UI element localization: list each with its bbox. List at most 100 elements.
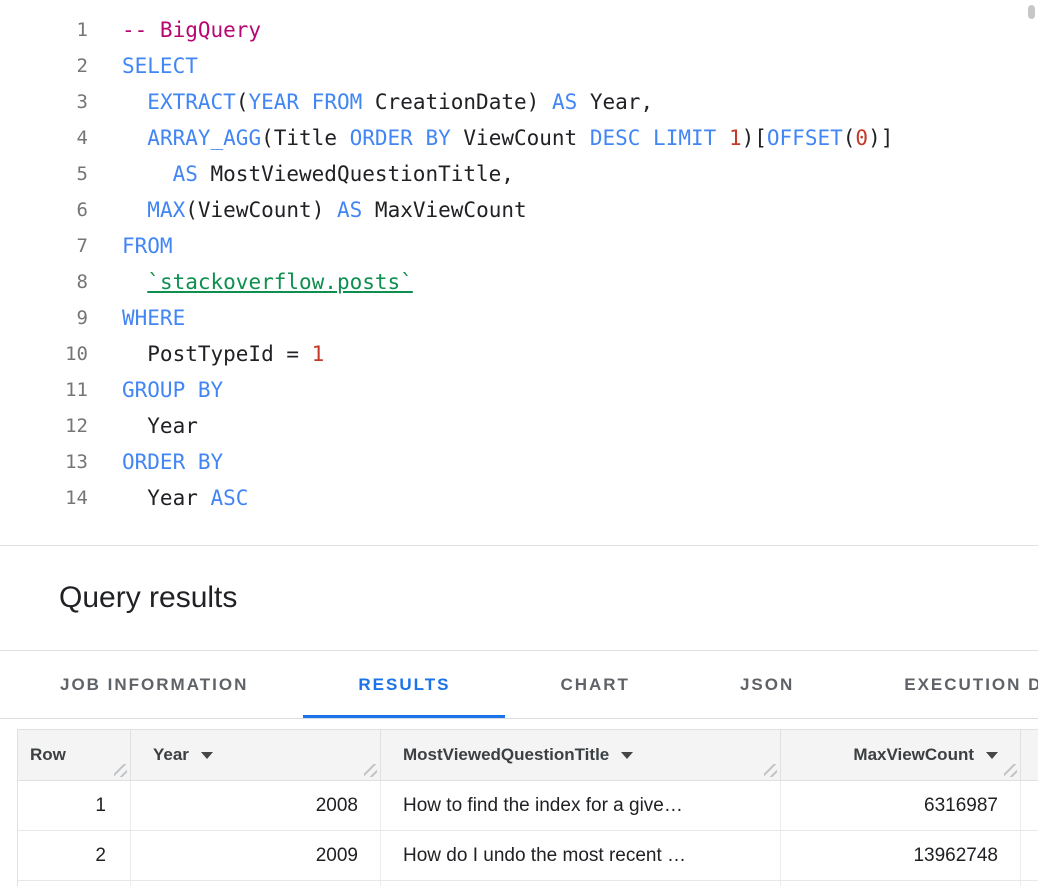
code-line[interactable]: 4 ARRAY_AGG(Title ORDER BY ViewCount DES…: [0, 120, 1038, 156]
token-plain: [122, 270, 147, 294]
column-resize-handle-icon[interactable]: [764, 764, 777, 777]
token-plain: [122, 126, 147, 150]
code-line[interactable]: 9 WHERE: [0, 300, 1038, 336]
cell-text: 6316987: [924, 795, 998, 817]
token-kw: ORDER BY: [122, 450, 223, 474]
results-tabbar: JOB INFORMATIONRESULTSCHARTJSONEXECUTION…: [0, 651, 1038, 719]
table-row-partial: [18, 881, 1038, 886]
column-label: MostViewedQuestionTitle: [403, 745, 609, 765]
sql-editor[interactable]: 1-- BigQuery2 SELECT3 EXTRACT(YEAR FROM C…: [0, 0, 1038, 546]
token-kw: FROM: [122, 234, 173, 258]
line-number: 6: [0, 192, 88, 228]
sort-dropdown-icon[interactable]: [201, 752, 213, 759]
line-number: 8: [0, 264, 88, 300]
cell-title: [381, 881, 781, 886]
sort-dropdown-icon[interactable]: [986, 752, 998, 759]
code-line[interactable]: 7 FROM: [0, 228, 1038, 264]
cell-row: [18, 881, 131, 886]
token-kw: AS: [337, 198, 362, 222]
column-resize-handle-icon[interactable]: [114, 764, 127, 777]
code-text: SELECT: [122, 48, 198, 84]
token-plain: [122, 162, 173, 186]
token-plain: ): [312, 198, 337, 222]
token-kw: AS: [552, 90, 577, 114]
tab-chart[interactable]: CHART: [505, 651, 685, 718]
token-plain: Year: [122, 486, 211, 510]
code-text: MAX(ViewCount) AS MaxViewCount: [122, 192, 527, 228]
cell-max: [781, 881, 1021, 886]
column-resize-handle-icon[interactable]: [364, 764, 377, 777]
token-plain: ): [527, 90, 552, 114]
cell-year: [131, 881, 381, 886]
cell-title[interactable]: How to find the index for a give…: [381, 781, 781, 830]
token-kw: AS: [173, 162, 198, 186]
cell-text: 2009: [316, 845, 358, 867]
cell-year[interactable]: 2009: [131, 831, 381, 880]
code-line[interactable]: 1-- BigQuery: [0, 12, 1038, 48]
column-header-max[interactable]: MaxViewCount: [781, 730, 1021, 780]
code-line[interactable]: 8 `stackoverflow.posts`: [0, 264, 1038, 300]
code-text: PostTypeId = 1: [122, 336, 324, 372]
token-plain: Year,: [577, 90, 653, 114]
cell-year[interactable]: 2008: [131, 781, 381, 830]
token-plain: MaxViewCount: [362, 198, 526, 222]
token-num: 0: [855, 126, 868, 150]
token-plain: Year: [122, 414, 198, 438]
code-line[interactable]: 14 Year ASC: [0, 480, 1038, 516]
code-text: ORDER BY: [122, 444, 223, 480]
cell-text: 2: [95, 845, 106, 867]
cell-max[interactable]: 6316987: [781, 781, 1021, 830]
query-results-header: Query results: [0, 546, 1038, 651]
line-number: 1: [0, 12, 88, 48]
tab-json[interactable]: JSON: [685, 651, 849, 718]
tab-execution-details[interactable]: EXECUTION DETAILS: [849, 651, 1038, 718]
cell-text: How to find the index for a give…: [403, 795, 683, 817]
code-text: Year: [122, 408, 198, 444]
line-number: 3: [0, 84, 88, 120]
token-plain: (: [185, 198, 198, 222]
column-header-row[interactable]: Row: [18, 730, 131, 780]
token-plain: )]: [868, 126, 893, 150]
column-header-title[interactable]: MostViewedQuestionTitle: [381, 730, 781, 780]
tab-job-information[interactable]: JOB INFORMATION: [5, 651, 303, 718]
line-number: 2: [0, 48, 88, 84]
table-body: 1 2008 How to find the index for a give… 63…: [18, 781, 1038, 886]
token-plain: ViewCount: [198, 198, 312, 222]
cell-max[interactable]: 13962748: [781, 831, 1021, 880]
code-line[interactable]: 11GROUP BY: [0, 372, 1038, 408]
token-plain: ViewCount: [451, 126, 590, 150]
column-resize-handle-icon[interactable]: [1004, 764, 1017, 777]
line-number: 7: [0, 228, 88, 264]
line-number: 4: [0, 120, 88, 156]
token-plain: (: [843, 126, 856, 150]
query-results-title: Query results: [59, 581, 237, 615]
line-number: 9: [0, 300, 88, 336]
code-text: AS MostViewedQuestionTitle,: [122, 156, 514, 192]
code-line[interactable]: 12 Year: [0, 408, 1038, 444]
cell-overflow: [1021, 831, 1038, 880]
cell-text: 2008: [316, 795, 358, 817]
cell-title[interactable]: How do I undo the most recent …: [381, 831, 781, 880]
token-plain: PostTypeId =: [122, 342, 312, 366]
token-kw: MAX: [147, 198, 185, 222]
code-line[interactable]: 5 AS MostViewedQuestionTitle,: [0, 156, 1038, 192]
token-plain: (: [261, 126, 274, 150]
tab-results[interactable]: RESULTS: [303, 651, 505, 718]
column-header-year[interactable]: Year: [131, 730, 381, 780]
code-line[interactable]: 10 PostTypeId = 1: [0, 336, 1038, 372]
cell-row[interactable]: 2: [18, 831, 131, 880]
code-line[interactable]: 6 MAX(ViewCount) AS MaxViewCount: [0, 192, 1038, 228]
code-text: WHERE: [122, 300, 185, 336]
token-plain: [122, 90, 147, 114]
line-number: 14: [0, 480, 88, 516]
code-line[interactable]: 2 SELECT: [0, 48, 1038, 84]
cell-row[interactable]: 1: [18, 781, 131, 830]
editor-scrollbar-thumb[interactable]: [1028, 5, 1035, 19]
token-plain: (: [236, 90, 249, 114]
line-number: 12: [0, 408, 88, 444]
code-text: FROM: [122, 228, 173, 264]
code-line[interactable]: 3 EXTRACT(YEAR FROM CreationDate) AS Yea…: [0, 84, 1038, 120]
cell-text: 13962748: [913, 845, 998, 867]
sort-dropdown-icon[interactable]: [621, 752, 633, 759]
code-line[interactable]: 13ORDER BY: [0, 444, 1038, 480]
